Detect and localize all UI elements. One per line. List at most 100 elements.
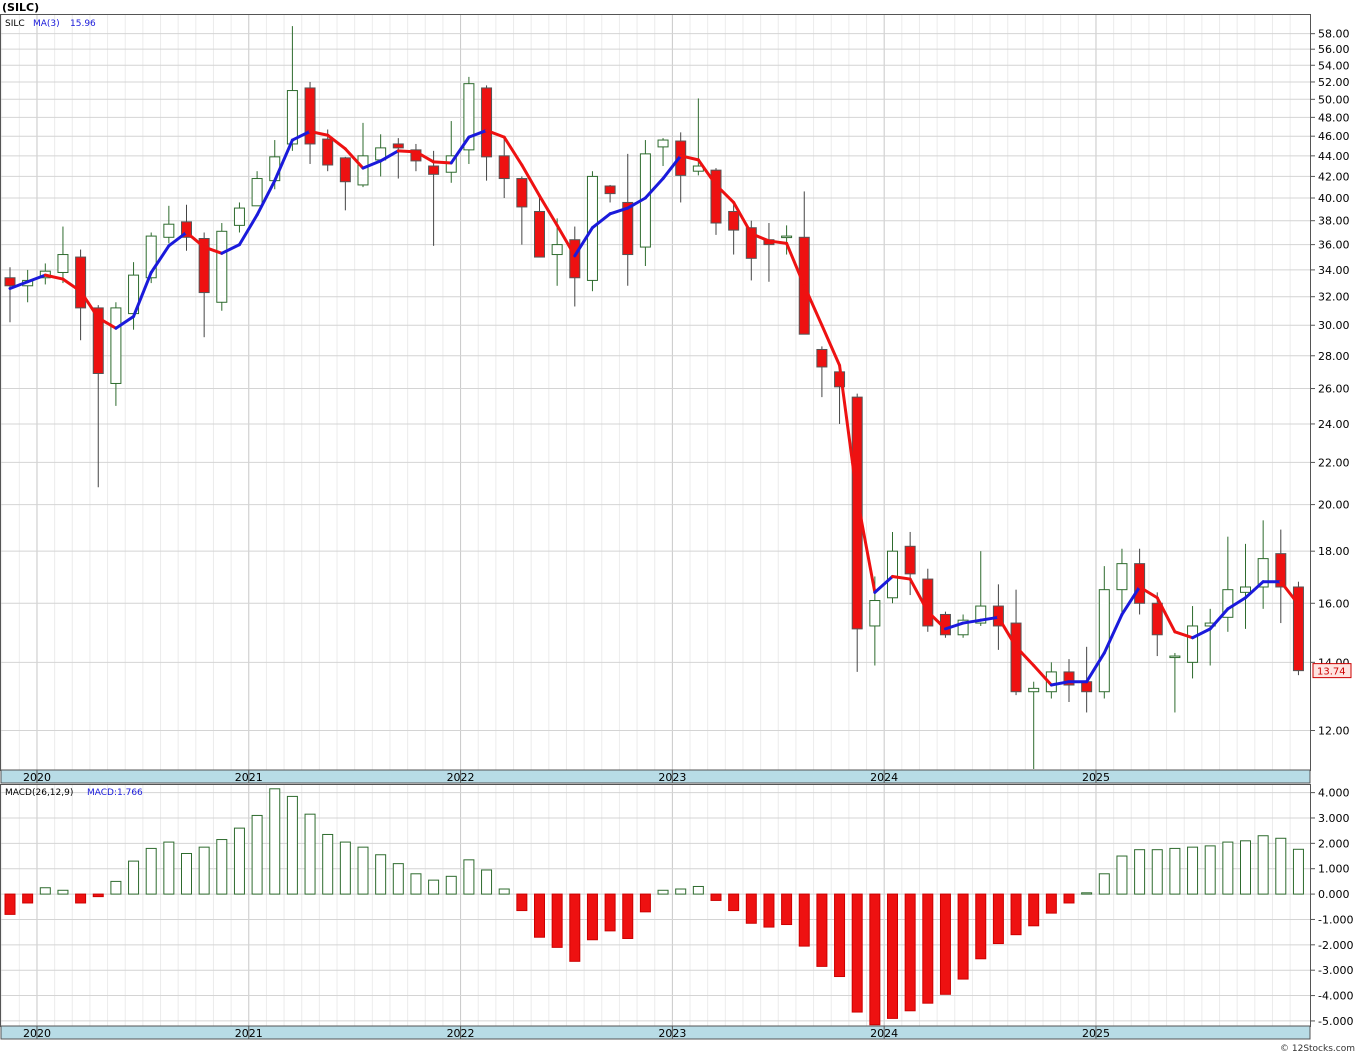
year-label: 2025 bbox=[1082, 771, 1110, 784]
macd-bar bbox=[1045, 893, 1057, 914]
candle-body bbox=[1081, 681, 1093, 693]
price-tick-label: 42.00 bbox=[1318, 170, 1350, 183]
price-tick-label: 44.00 bbox=[1318, 150, 1350, 163]
macd-bar bbox=[781, 893, 793, 926]
macd-tick-label: -2.000 bbox=[1318, 939, 1353, 952]
year-label: 2024 bbox=[870, 771, 898, 784]
macd-bar bbox=[1010, 893, 1022, 936]
candle-body bbox=[904, 545, 916, 575]
macd-tick-label: -1.000 bbox=[1318, 913, 1353, 926]
year-label: 2024 bbox=[870, 1027, 898, 1040]
last-price-value: 13.74 bbox=[1317, 667, 1346, 678]
macd-bar bbox=[851, 893, 863, 1013]
macd-date-axis-band bbox=[0, 1025, 1311, 1040]
macd-bar bbox=[322, 833, 334, 895]
price-tick-label: 26.00 bbox=[1318, 383, 1350, 396]
candle-body bbox=[1151, 602, 1163, 636]
price-tick-label: 22.00 bbox=[1318, 456, 1350, 469]
price-tick-label: 54.00 bbox=[1318, 59, 1350, 72]
macd-bar bbox=[75, 893, 87, 904]
candle-body bbox=[481, 87, 493, 158]
macd-tick-label: 4.000 bbox=[1318, 787, 1350, 800]
macd-bar bbox=[233, 827, 245, 895]
macd-bar bbox=[834, 893, 846, 978]
candle-body bbox=[516, 178, 528, 208]
macd-title: MACD(26,12,9) bbox=[5, 788, 73, 798]
macd-bar bbox=[1240, 840, 1251, 895]
macd-bar bbox=[339, 841, 351, 895]
year-label: 2023 bbox=[658, 771, 686, 784]
macd-bar bbox=[692, 885, 704, 895]
macd-bar bbox=[1169, 847, 1181, 895]
price-tick-label: 16.00 bbox=[1318, 597, 1350, 610]
price-tick-label: 28.00 bbox=[1318, 350, 1350, 363]
macd-bar bbox=[251, 814, 263, 895]
watermark: © 12Stocks.com bbox=[1280, 1044, 1355, 1054]
candle bbox=[1292, 581, 1304, 676]
macd-bar bbox=[1098, 873, 1110, 895]
candle-body bbox=[110, 307, 122, 384]
macd-bar bbox=[1257, 835, 1269, 895]
candle-body bbox=[1010, 622, 1022, 693]
macd-tick-label: -3.000 bbox=[1318, 964, 1353, 977]
candle-body bbox=[57, 254, 69, 273]
candle-body bbox=[551, 244, 563, 256]
year-label: 2020 bbox=[23, 771, 51, 784]
candle-body bbox=[216, 230, 228, 303]
macd-bar bbox=[1116, 855, 1128, 895]
macd-bar bbox=[1275, 837, 1287, 895]
macd-bar bbox=[639, 893, 651, 913]
macd-bar bbox=[57, 889, 69, 895]
macd-bar bbox=[728, 893, 740, 912]
ma-value: 15.96 bbox=[70, 19, 96, 29]
macd-bar bbox=[22, 893, 34, 904]
macd-tick-label: -5.000 bbox=[1318, 1015, 1353, 1028]
year-label: 2021 bbox=[235, 771, 263, 784]
price-tick-label: 48.00 bbox=[1318, 111, 1350, 124]
macd-bar bbox=[445, 875, 457, 895]
price-tick-label: 20.00 bbox=[1318, 499, 1350, 512]
macd-bar bbox=[569, 893, 581, 962]
macd-bar bbox=[1028, 893, 1040, 927]
candle-body bbox=[887, 550, 898, 599]
candle bbox=[639, 140, 651, 267]
candle-body bbox=[657, 139, 669, 148]
year-label: 2023 bbox=[658, 1027, 686, 1040]
macd-bar bbox=[869, 893, 881, 1026]
macd-value-label: MACD:1.766 bbox=[87, 788, 143, 798]
macd-bar bbox=[887, 893, 898, 1019]
price-tick-label: 52.00 bbox=[1318, 76, 1350, 89]
macd-bar bbox=[745, 893, 757, 924]
macd-bar bbox=[798, 893, 810, 947]
year-label: 2022 bbox=[447, 771, 475, 784]
candle-body bbox=[498, 155, 510, 180]
symbol-label: SILC bbox=[5, 19, 25, 29]
price-tick-label: 12.00 bbox=[1318, 725, 1350, 738]
price-tick-label: 18.00 bbox=[1318, 545, 1350, 558]
macd-bar bbox=[357, 846, 369, 895]
candle-body bbox=[286, 90, 298, 145]
macd-bar bbox=[498, 888, 510, 895]
macd-bar bbox=[39, 887, 51, 895]
macd-bar bbox=[992, 893, 1004, 945]
macd-bar bbox=[1151, 849, 1163, 895]
macd-bar bbox=[922, 893, 934, 1004]
macd-bar bbox=[1187, 846, 1199, 895]
price-date-axis-band bbox=[0, 769, 1311, 784]
candle-body bbox=[728, 210, 740, 231]
macd-bar bbox=[516, 893, 528, 912]
macd-bar bbox=[551, 893, 563, 948]
macd-bar bbox=[304, 813, 316, 895]
macd-tick-label: 1.000 bbox=[1318, 863, 1350, 876]
price-tick-label: 32.00 bbox=[1318, 291, 1350, 304]
macd-bar bbox=[1292, 848, 1304, 895]
year-label: 2022 bbox=[447, 1027, 475, 1040]
macd-bar bbox=[816, 893, 828, 967]
price-tick-label: 40.00 bbox=[1318, 192, 1350, 205]
candle-body bbox=[75, 256, 87, 309]
macd-bar bbox=[1081, 892, 1093, 895]
macd-bar bbox=[534, 893, 545, 938]
candle-body bbox=[534, 210, 545, 258]
price-tick-label: 58.00 bbox=[1318, 28, 1350, 41]
price-tick-label: 56.00 bbox=[1318, 43, 1350, 56]
